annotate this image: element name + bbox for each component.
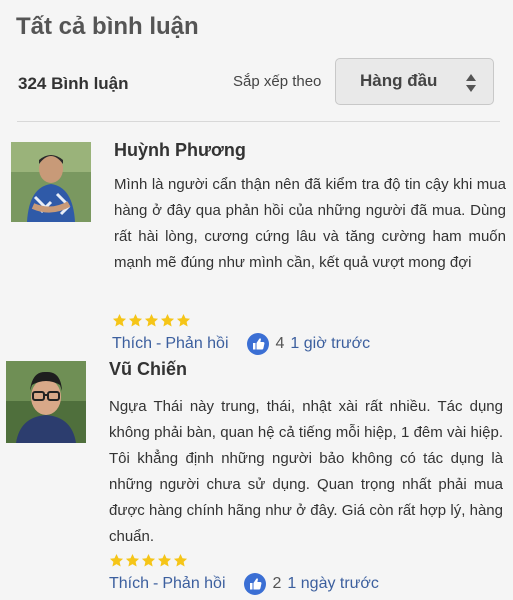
star-icon (141, 553, 156, 567)
review-text: Mình là người cẩn thận nên đã kiểm tra đ… (114, 176, 506, 271)
thumbs-up-icon[interactable] (246, 333, 269, 355)
divider (17, 121, 500, 122)
review-text: Ngựa Thái này trung, thái, nhật xài rất … (109, 398, 503, 545)
rating-stars (109, 553, 188, 568)
star-icon (109, 553, 124, 567)
like-count: 4 (275, 335, 285, 352)
review-author: Vũ Chiến (109, 359, 188, 379)
reply-link[interactable]: Phản hồi (162, 575, 225, 593)
sort-selected-value: Hàng đầu (360, 71, 438, 90)
thumbs-up-icon[interactable] (243, 573, 266, 595)
action-separator: - (153, 575, 159, 592)
sort-arrows-icon (466, 74, 476, 92)
star-icon (160, 313, 175, 327)
reply-link[interactable]: Phản hồi (165, 335, 228, 353)
like-count: 2 (272, 575, 282, 592)
like-link[interactable]: Thích (109, 575, 149, 593)
avatar (11, 142, 91, 222)
star-icon (125, 553, 140, 567)
review-actions: Thích - Phản hồi 2 1 ngày trước (109, 573, 379, 595)
review-time: 1 giờ trước (290, 335, 371, 352)
sort-label: Sắp xếp theo (233, 73, 322, 90)
review-actions: Thích - Phản hồi 4 1 giờ trước (112, 333, 370, 355)
comment-count: 324 Bình luận (18, 74, 129, 93)
star-icon (112, 313, 127, 327)
star-icon (157, 553, 172, 567)
star-icon (128, 313, 143, 327)
review-time: 1 ngày trước (287, 575, 379, 592)
page-title: Tất cả bình luận (16, 13, 199, 40)
rating-stars (112, 313, 191, 328)
avatar (6, 361, 86, 443)
star-icon (173, 553, 188, 567)
sort-select[interactable]: Hàng đầu (335, 58, 494, 105)
star-icon (144, 313, 159, 327)
review-author: Huỳnh Phương (114, 140, 246, 160)
action-separator: - (156, 335, 162, 352)
star-icon (176, 313, 191, 327)
like-link[interactable]: Thích (112, 335, 152, 353)
